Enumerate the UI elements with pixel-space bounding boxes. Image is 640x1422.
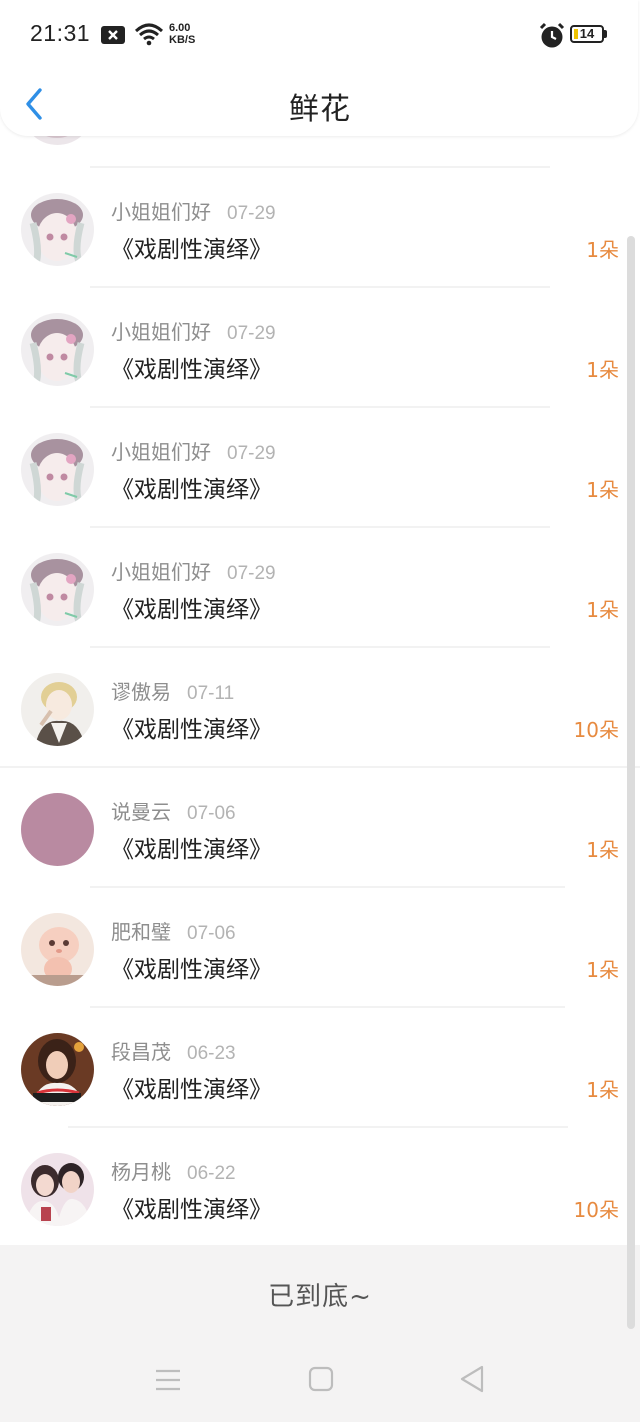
work-title[interactable]: 《戏剧性演绎》 <box>111 590 272 624</box>
sender-name-text: 谬傲易 <box>111 680 171 704</box>
work-title[interactable]: 《戏剧性演绎》 <box>111 230 272 264</box>
sender-name[interactable]: 段昌茂 06-23 <box>111 1036 236 1065</box>
work-title[interactable]: 《戏剧性演绎》 <box>111 1190 272 1224</box>
gift-date: 06-22 <box>187 1163 236 1184</box>
avatar[interactable] <box>21 1153 94 1226</box>
end-of-list-text: 已到底~ <box>268 1282 372 1312</box>
sender-name[interactable]: 杨月桃 06-22 <box>111 1156 236 1185</box>
gift-date: 07-29 <box>227 443 276 464</box>
list-item[interactable]: 小姐姐们好 07-29 《戏剧性演绎》 1朵 <box>0 527 640 648</box>
avatar[interactable] <box>21 193 94 266</box>
work-title[interactable]: 《戏剧性演绎》 <box>111 710 272 744</box>
app-header: 21:31 6.00 KB/S 14 鲜花 <box>0 0 638 136</box>
avatar[interactable] <box>21 1033 94 1106</box>
notification-x-icon <box>100 25 126 45</box>
work-title[interactable]: 《戏剧性演绎》 <box>111 1070 272 1104</box>
net-speed-value: 6.00 <box>169 22 191 34</box>
flower-count: 1朵 <box>586 478 619 502</box>
list-item[interactable]: 小姐姐们好 07-29 《戏剧性演绎》 1朵 <box>0 167 640 288</box>
back-triangle-icon[interactable] <box>458 1364 486 1394</box>
flower-count: 1朵 <box>586 598 619 622</box>
work-title[interactable]: 《戏剧性演绎》 <box>111 470 272 504</box>
sender-name[interactable]: 小姐姐们好 07-29 <box>111 316 276 345</box>
sender-name[interactable]: 谬傲易 07-11 <box>111 676 234 705</box>
scrollbar[interactable] <box>627 236 635 1329</box>
gift-date: 07-29 <box>227 563 276 584</box>
flower-count: 10朵 <box>573 1198 619 1222</box>
sender-name-text: 杨月桃 <box>111 1160 171 1184</box>
list-item[interactable]: 谬傲易 07-11 《戏剧性演绎》 10朵 <box>0 647 640 768</box>
sender-name[interactable]: 肥和璧 07-06 <box>111 916 236 945</box>
wifi-icon <box>134 22 164 46</box>
flower-count: 1朵 <box>586 238 619 262</box>
page: 小姐姐们好 07-29 《戏剧性演绎》 1朵 小姐姐们好 07-29 《戏剧性演绎》 1朵 小姐… <box>0 0 640 1422</box>
flower-gift-list[interactable]: 小姐姐们好 07-29 《戏剧性演绎》 1朵 小姐姐们好 07-29 《戏剧性演绎》 1朵 小姐… <box>0 0 640 1245</box>
sender-name-text: 说曼云 <box>111 800 171 824</box>
sender-name-text: 小姐姐们好 <box>111 200 211 224</box>
system-nav-bar <box>0 1340 640 1422</box>
sender-name-text: 小姐姐们好 <box>111 440 211 464</box>
gift-date: 06-23 <box>187 1043 236 1064</box>
sender-name-text: 肥和璧 <box>111 920 171 944</box>
home-square-icon[interactable] <box>308 1366 334 1392</box>
flower-count: 1朵 <box>586 838 619 862</box>
net-speed-unit: KB/S <box>169 34 196 46</box>
list-item[interactable]: 杨月桃 06-22 《戏剧性演绎》 10朵 <box>0 1127 640 1245</box>
gift-date: 07-29 <box>227 323 276 344</box>
flower-count: 1朵 <box>586 958 619 982</box>
battery-icon: 14 <box>570 25 610 45</box>
status-bar: 21:31 6.00 KB/S 14 <box>0 0 640 72</box>
sender-name[interactable]: 说曼云 07-06 <box>111 796 236 825</box>
avatar[interactable] <box>21 913 94 986</box>
list-item[interactable]: 段昌茂 06-23 《戏剧性演绎》 1朵 <box>0 1007 640 1128</box>
battery-tip <box>604 30 607 38</box>
gift-date: 07-06 <box>187 803 236 824</box>
menu-icon[interactable] <box>154 1368 182 1392</box>
alarm-icon <box>538 22 566 50</box>
avatar[interactable] <box>21 553 94 626</box>
sender-name-text: 段昌茂 <box>111 1040 171 1064</box>
avatar[interactable] <box>21 313 94 386</box>
avatar[interactable] <box>21 673 94 746</box>
sender-name[interactable]: 小姐姐们好 07-29 <box>111 436 276 465</box>
work-title[interactable]: 《戏剧性演绎》 <box>111 830 272 864</box>
sender-name-text: 小姐姐们好 <box>111 320 211 344</box>
battery-percent: 14 <box>579 26 595 41</box>
network-speed: 6.00 KB/S <box>169 22 195 46</box>
work-title[interactable]: 《戏剧性演绎》 <box>111 350 272 384</box>
flower-count: 1朵 <box>586 1078 619 1102</box>
list-item[interactable]: 小姐姐们好 07-29 《戏剧性演绎》 1朵 <box>0 407 640 528</box>
sender-name[interactable]: 小姐姐们好 07-29 <box>111 196 276 225</box>
gift-date: 07-06 <box>187 923 236 944</box>
list-item[interactable]: 肥和璧 07-06 《戏剧性演绎》 1朵 <box>0 887 640 1008</box>
list-item[interactable]: 说曼云 07-06 《戏剧性演绎》 1朵 <box>0 767 640 888</box>
flower-count: 10朵 <box>573 718 619 742</box>
gift-date: 07-29 <box>227 203 276 224</box>
avatar[interactable] <box>21 793 94 866</box>
work-title[interactable]: 《戏剧性演绎》 <box>111 950 272 984</box>
avatar[interactable] <box>21 433 94 506</box>
battery-level: 14 <box>570 25 604 43</box>
battery-fill <box>574 29 578 39</box>
page-title: 鲜花 <box>289 92 351 127</box>
gift-date: 07-11 <box>187 683 235 704</box>
flower-count: 1朵 <box>586 358 619 382</box>
sender-name-text: 小姐姐们好 <box>111 560 211 584</box>
status-time: 21:31 <box>30 20 91 46</box>
list-item[interactable]: 小姐姐们好 07-29 《戏剧性演绎》 1朵 <box>0 287 640 408</box>
sender-name[interactable]: 小姐姐们好 07-29 <box>111 556 276 585</box>
